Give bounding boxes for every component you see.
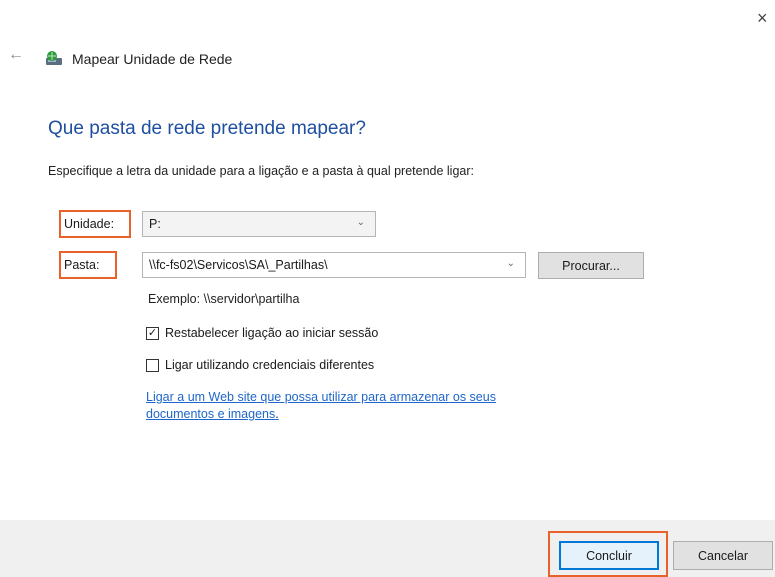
- close-icon[interactable]: ×: [757, 8, 775, 30]
- folder-label: Pasta:: [59, 251, 117, 279]
- page-heading: Que pasta de rede pretende mapear?: [48, 118, 366, 139]
- window-title: Mapear Unidade de Rede: [72, 51, 233, 67]
- link-suffix: .: [275, 407, 279, 421]
- reconnect-checkbox[interactable]: ✓: [146, 326, 159, 340]
- credentials-checkbox[interactable]: [146, 358, 159, 372]
- chevron-down-icon: ⌄: [356, 217, 365, 228]
- reconnect-checkbox-row[interactable]: ✓ Restabelecer ligação ao iniciar sessão: [146, 326, 378, 340]
- back-arrow-icon[interactable]: ←: [8, 46, 28, 68]
- browse-button[interactable]: Procurar...: [538, 252, 644, 279]
- web-storage-link-text[interactable]: Ligar a um Web site que possa utilizar p…: [146, 390, 496, 421]
- network-drive-icon: [44, 50, 64, 68]
- chevron-down-icon[interactable]: ⌄: [507, 258, 515, 269]
- drive-label: Unidade:: [59, 210, 131, 238]
- cancel-button[interactable]: Cancelar: [673, 541, 773, 570]
- folder-input[interactable]: \\fc-fs02\Servicos\SA\_Partilhas\ ⌄: [142, 252, 526, 278]
- reconnect-checkbox-label[interactable]: Restabelecer ligação ao iniciar sessão: [165, 326, 378, 340]
- drive-select[interactable]: P: ⌄: [142, 211, 376, 237]
- credentials-checkbox-label[interactable]: Ligar utilizando credenciais diferentes: [165, 358, 374, 372]
- finish-button[interactable]: Concluir: [559, 541, 659, 570]
- folder-input-value: \\fc-fs02\Servicos\SA\_Partilhas\: [149, 258, 328, 272]
- instruction-text: Especifique a letra da unidade para a li…: [48, 164, 474, 178]
- web-storage-link[interactable]: Ligar a um Web site que possa utilizar p…: [146, 389, 526, 423]
- credentials-checkbox-row[interactable]: Ligar utilizando credenciais diferentes: [146, 358, 374, 372]
- drive-select-value: P:: [149, 217, 161, 231]
- example-text: Exemplo: \\servidor\partilha: [148, 292, 300, 306]
